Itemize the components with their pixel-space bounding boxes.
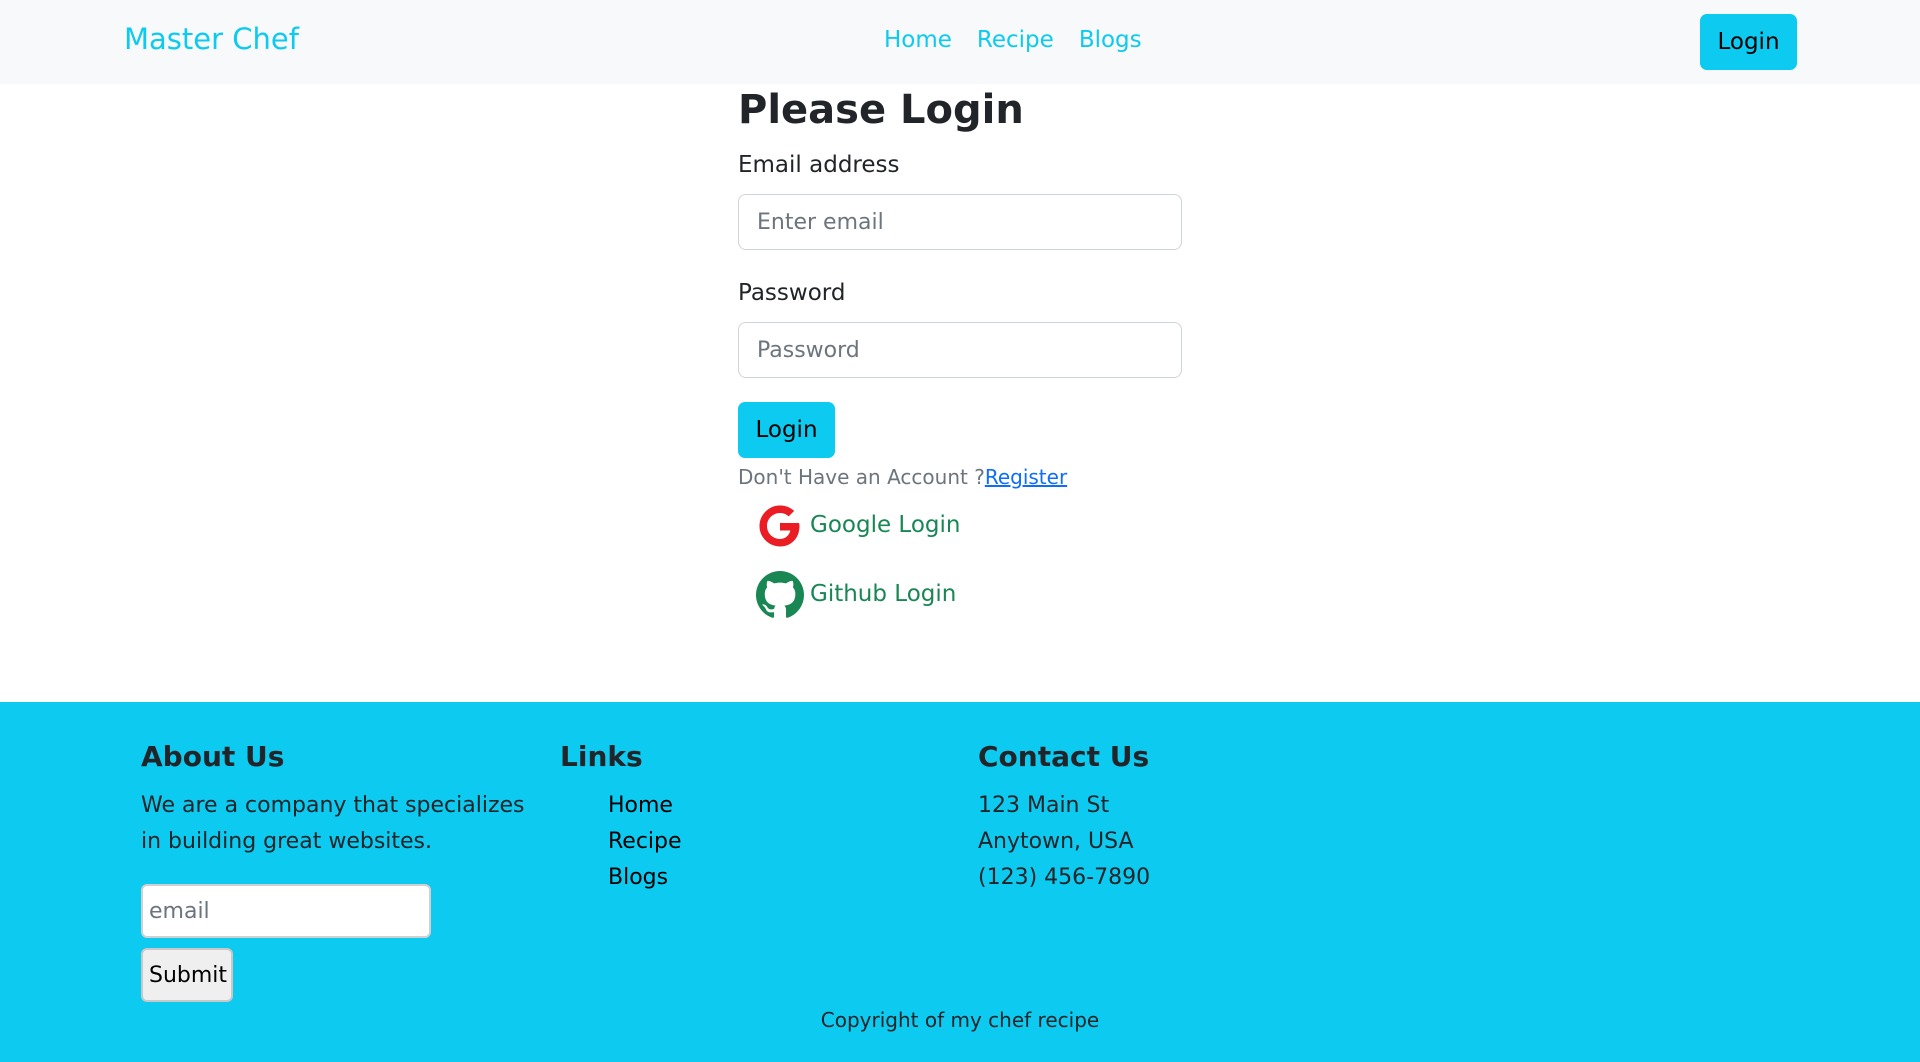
footer-contact: Contact Us 123 Main St Anytown, USA (123… (978, 740, 1378, 896)
google-login-label: Google Login (810, 512, 961, 539)
list-item: Home (608, 788, 860, 824)
register-prompt: Don't Have an Account ?Register (738, 465, 1067, 489)
brand-link[interactable]: Master Chef (124, 22, 299, 57)
register-link[interactable]: Register (985, 465, 1067, 489)
newsletter-email-input[interactable] (141, 884, 431, 938)
footer-link-list: Home Recipe Blogs (560, 788, 860, 896)
contact-phone: (123) 456-7890 (978, 864, 1151, 890)
navbar: Master Chef Home Recipe Blogs Login (0, 0, 1920, 84)
password-input[interactable] (738, 322, 1182, 378)
footer-link-blogs[interactable]: Blogs (608, 865, 668, 890)
contact-address-line2: Anytown, USA (978, 828, 1134, 854)
footer: About Us We are a company that specializ… (0, 702, 1920, 1062)
nav-link-home[interactable]: Home (884, 27, 952, 55)
account-prompt-text: Don't Have an Account ? (738, 465, 985, 489)
page-title: Please Login (738, 87, 1024, 133)
newsletter-submit-button[interactable]: Submit (141, 948, 233, 1002)
nav-login-button[interactable]: Login (1700, 14, 1797, 70)
copyright-text: Copyright of my chef recipe (820, 1008, 1100, 1032)
google-login-button[interactable]: Google Login (756, 502, 960, 550)
github-icon (756, 571, 804, 618)
nav-links: Home Recipe Blogs (884, 27, 1142, 55)
login-submit-button[interactable]: Login (738, 402, 835, 458)
nav-link-blogs[interactable]: Blogs (1079, 27, 1142, 55)
footer-links: Links Home Recipe Blogs (560, 740, 860, 896)
list-item: Blogs (608, 860, 860, 896)
contact-address-line1: 123 Main St (978, 792, 1110, 818)
google-icon (759, 505, 800, 547)
about-text: We are a company that specializes in bui… (141, 792, 525, 854)
footer-about: About Us We are a company that specializ… (141, 740, 541, 1002)
footer-link-home[interactable]: Home (608, 793, 673, 818)
password-label: Password (738, 280, 846, 306)
email-input[interactable] (738, 194, 1182, 250)
nav-link-recipe[interactable]: Recipe (977, 27, 1054, 55)
contact-heading: Contact Us (978, 740, 1150, 773)
about-heading: About Us (141, 740, 285, 773)
links-heading: Links (560, 740, 643, 773)
list-item: Recipe (608, 824, 860, 860)
github-login-button[interactable]: Github Login (756, 571, 956, 619)
footer-link-recipe[interactable]: Recipe (608, 829, 682, 854)
email-label: Email address (738, 152, 900, 178)
github-login-label: Github Login (810, 581, 957, 608)
